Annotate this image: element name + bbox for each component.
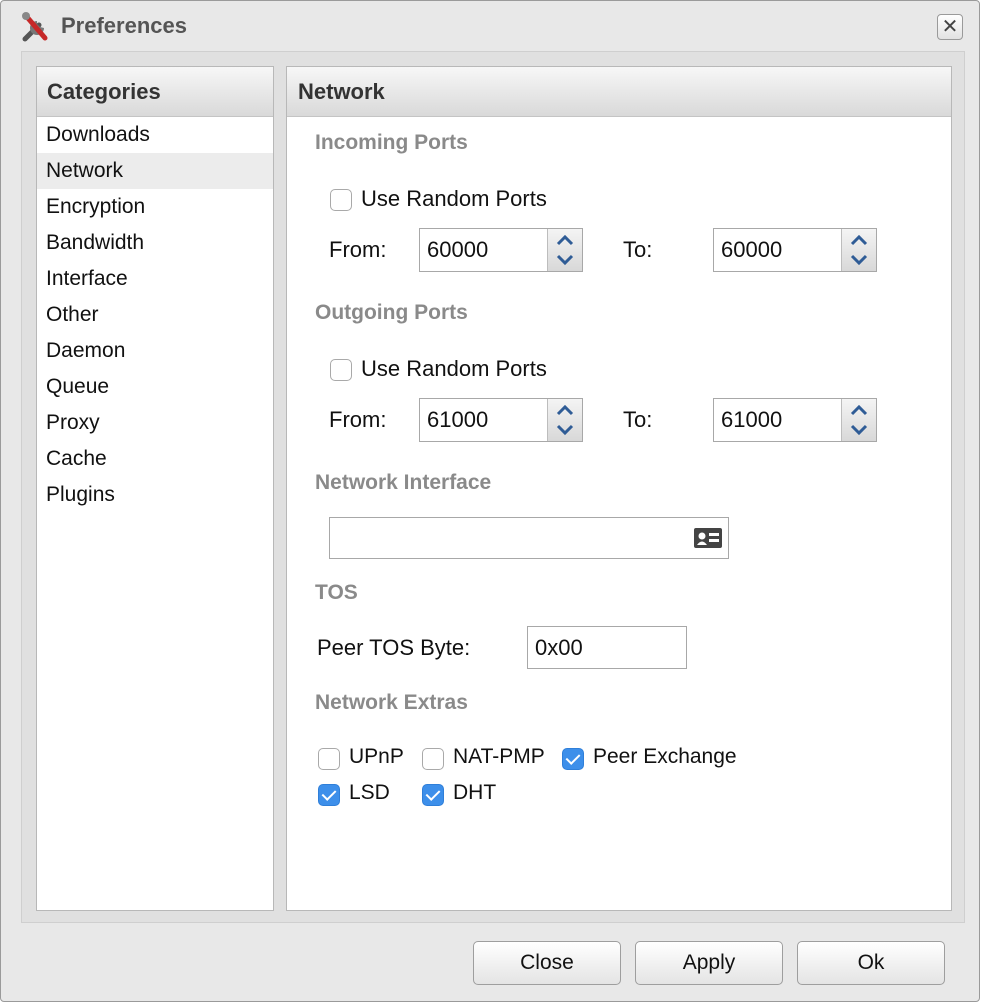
upnp-label: UPnP [349,745,404,768]
dht-label: DHT [453,781,497,804]
incoming-from-label: From: [329,237,387,262]
outgoing-from-label: From: [329,407,387,432]
peer-tos-field[interactable] [527,626,687,669]
incoming-to-spinner[interactable] [713,228,877,272]
dialog-title: Preferences [61,13,187,38]
incoming-from-spinner[interactable] [419,228,583,272]
preferences-dialog: Preferences ✕ Categories Downloads Netwo… [0,0,980,1002]
categories-list: Downloads Network Encryption Bandwidth I… [37,117,273,513]
tools-icon [22,12,48,42]
chevron-down-icon[interactable] [556,251,574,269]
network-panel: Network Incoming Ports Use Random Ports … [286,66,952,911]
chevron-up-icon[interactable] [850,231,868,249]
incoming-random-checkbox[interactable] [330,189,352,211]
close-icon: ✕ [941,16,959,38]
outgoing-random-label: Use Random Ports [361,356,547,381]
outgoing-to-input[interactable] [714,399,842,441]
incoming-from-stepper[interactable] [547,229,582,271]
peer-exchange-checkbox[interactable] [562,748,584,770]
outgoing-random-checkbox[interactable] [330,359,352,381]
outgoing-from-input[interactable] [420,399,548,441]
network-header: Network [287,67,951,117]
contact-card-icon[interactable] [693,526,723,550]
incoming-random-label: Use Random Ports [361,186,547,211]
chevron-up-icon[interactable] [556,231,574,249]
tos-title: TOS [315,581,358,604]
chevron-down-icon[interactable] [556,421,574,439]
category-downloads[interactable]: Downloads [37,117,273,153]
category-bandwidth[interactable]: Bandwidth [37,225,273,261]
incoming-to-stepper[interactable] [841,229,876,271]
category-interface[interactable]: Interface [37,261,273,297]
close-button[interactable]: Close [473,941,621,985]
categories-panel: Categories Downloads Network Encryption … [36,66,274,911]
outgoing-to-stepper[interactable] [841,399,876,441]
natpmp-label: NAT-PMP [453,745,545,768]
dht-checkbox[interactable] [422,784,444,806]
peer-tos-label: Peer TOS Byte: [317,635,471,660]
category-queue[interactable]: Queue [37,369,273,405]
chevron-up-icon[interactable] [850,401,868,419]
network-interface-title: Network Interface [315,471,492,494]
category-proxy[interactable]: Proxy [37,405,273,441]
ok-button[interactable]: Ok [797,941,945,985]
lsd-label: LSD [349,781,390,804]
category-daemon[interactable]: Daemon [37,333,273,369]
categories-header: Categories [37,67,273,117]
outgoing-to-spinner[interactable] [713,398,877,442]
incoming-to-label: To: [623,237,653,262]
chevron-up-icon[interactable] [556,401,574,419]
outgoing-from-spinner[interactable] [419,398,583,442]
category-plugins[interactable]: Plugins [37,477,273,513]
peer-exchange-label: Peer Exchange [593,745,737,768]
peer-tos-input[interactable] [528,627,686,668]
upnp-checkbox[interactable] [318,748,340,770]
title-bar[interactable]: Preferences ✕ [1,1,979,51]
category-other[interactable]: Other [37,297,273,333]
apply-button[interactable]: Apply [635,941,783,985]
category-encryption[interactable]: Encryption [37,189,273,225]
incoming-to-input[interactable] [714,229,842,271]
lsd-checkbox[interactable] [318,784,340,806]
outgoing-to-label: To: [623,407,653,432]
chevron-down-icon[interactable] [850,251,868,269]
incoming-from-input[interactable] [420,229,548,271]
outgoing-ports-title: Outgoing Ports [315,301,468,324]
natpmp-checkbox[interactable] [422,748,444,770]
close-window-button[interactable]: ✕ [937,14,963,40]
chevron-down-icon[interactable] [850,421,868,439]
category-cache[interactable]: Cache [37,441,273,477]
network-extras-title: Network Extras [315,691,468,714]
network-interface-input[interactable] [330,518,690,558]
network-interface-field[interactable] [329,517,729,559]
incoming-ports-title: Incoming Ports [315,131,468,154]
outgoing-from-stepper[interactable] [547,399,582,441]
category-network[interactable]: Network [37,153,273,189]
